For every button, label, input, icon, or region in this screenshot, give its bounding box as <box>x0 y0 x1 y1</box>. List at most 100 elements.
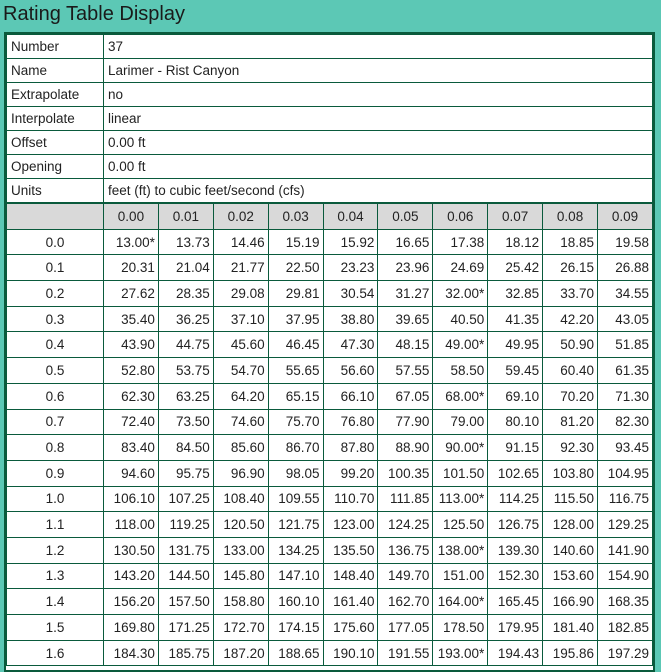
table-cell: 148.40 <box>322 562 379 590</box>
table-cell: 15.92 <box>322 228 379 256</box>
row-header: 1.6 <box>6 639 104 667</box>
info-value: no <box>103 82 653 107</box>
info-value: 0.00 ft <box>103 154 653 179</box>
table-cell: 84.50 <box>157 434 214 461</box>
table-cell: 20.31 <box>103 254 159 282</box>
table-cell: 26.88 <box>597 254 653 282</box>
table-cell: 16.65 <box>377 228 434 256</box>
table-cell: 99.20 <box>322 459 379 487</box>
table-cell: 135.50 <box>322 536 379 564</box>
table-cell: 50.90 <box>542 331 599 359</box>
table-row: 1.3 143.20 144.50 145.80 147.10 148.40 149.70 1… <box>6 562 653 590</box>
table-cell: 151.00 <box>432 562 489 590</box>
column-header: 0.01 <box>157 203 214 230</box>
table-cell: 95.75 <box>157 459 214 487</box>
table-cell: 36.25 <box>157 305 214 333</box>
table-cell: 58.50 <box>432 357 489 384</box>
info-label: Offset <box>6 130 104 155</box>
info-label: Units <box>6 178 104 203</box>
info-row: Opening 0.00 ft <box>6 154 653 179</box>
info-value: Larimer - Rist Canyon <box>103 58 653 83</box>
table-cell: 81.20 <box>542 408 599 436</box>
table-cell: 116.75 <box>597 485 653 513</box>
table-cell: 143.20 <box>103 562 159 590</box>
row-header: 1.0 <box>6 485 104 513</box>
table-cell: 174.15 <box>267 614 324 641</box>
table-cell: 76.80 <box>322 408 379 436</box>
table-cell: 69.10 <box>487 382 544 410</box>
table-cell: 82.30 <box>597 408 653 436</box>
rating-table-panel: Number 37 Name Larimer - Rist Canyon Extrapo… <box>4 32 655 672</box>
table-cell: 31.27 <box>377 280 434 307</box>
info-row: Number 37 <box>6 34 653 59</box>
table-cell: 86.70 <box>267 434 324 461</box>
table-cell: 113.00* <box>432 485 489 513</box>
table-cell: 17.38 <box>432 228 489 256</box>
table-cell: 73.50 <box>157 408 214 436</box>
table-cell: 67.05 <box>377 382 434 410</box>
table-cell: 87.80 <box>322 434 379 461</box>
table-cell: 98.05 <box>267 459 324 487</box>
table-cell: 32.85 <box>487 280 544 307</box>
table-cell: 70.20 <box>542 382 599 410</box>
table-row: 1.2 130.50 131.75 133.00 134.25 135.50 136.75 1… <box>6 536 653 564</box>
table-cell: 107.25 <box>157 485 214 513</box>
table-cell: 128.00 <box>542 511 599 538</box>
table-cell: 138.00* <box>432 536 489 564</box>
table-cell: 121.75 <box>267 511 324 538</box>
column-header: 0.05 <box>377 203 434 230</box>
table-cell: 140.60 <box>542 536 599 564</box>
table-cell: 197.29 <box>597 639 653 667</box>
table-cell: 184.30 <box>103 639 159 667</box>
table-row: 0.6 62.30 63.25 64.20 65.15 66.10 67.05 68.00* 6… <box>6 382 653 410</box>
table-cell: 101.50 <box>432 459 489 487</box>
table-cell: 19.58 <box>597 228 653 256</box>
table-row: 0.2 27.62 28.35 29.08 29.81 30.54 31.27 32.00* 3… <box>6 280 653 307</box>
table-cell: 18.12 <box>487 228 544 256</box>
table-cell: 14.46 <box>212 228 269 256</box>
table-cell: 172.70 <box>212 614 269 641</box>
table-cell: 104.95 <box>597 459 653 487</box>
table-cell: 49.95 <box>487 331 544 359</box>
table-row: 0.8 83.40 84.50 85.60 86.70 87.80 88.90 90.00* 9… <box>6 434 653 461</box>
table-cell: 48.15 <box>377 331 434 359</box>
table-cell: 13.00* <box>103 228 159 256</box>
table-cell: 169.80 <box>103 614 159 641</box>
table-row: 0.4 43.90 44.75 45.60 46.45 47.30 48.15 49.00* 4… <box>6 331 653 359</box>
column-header: 0.00 <box>103 203 159 230</box>
table-cell: 108.40 <box>212 485 269 513</box>
table-cell: 165.45 <box>487 588 544 615</box>
table-cell: 26.15 <box>542 254 599 282</box>
info-label: Number <box>6 34 104 59</box>
info-row: Extrapolate no <box>6 82 653 107</box>
table-row: 1.4 156.20 157.50 158.80 160.10 161.40 162.70 1… <box>6 588 653 615</box>
table-cell: 193.00* <box>432 639 489 667</box>
table-cell: 29.08 <box>212 280 269 307</box>
table-cell: 162.70 <box>377 588 434 615</box>
table-cell: 41.35 <box>487 305 544 333</box>
table-cell: 34.55 <box>597 280 653 307</box>
table-cell: 145.80 <box>212 562 269 590</box>
table-cell: 187.20 <box>212 639 269 667</box>
table-cell: 32.00* <box>432 280 489 307</box>
row-header: 0.8 <box>6 434 104 461</box>
row-header: 0.7 <box>6 408 104 436</box>
table-cell: 194.43 <box>487 639 544 667</box>
table-cell: 64.20 <box>212 382 269 410</box>
rating-table: 0.00 0.01 0.02 0.03 0.04 0.05 0.06 0.07 0.08 0.09… <box>6 203 653 667</box>
table-cell: 77.90 <box>377 408 434 436</box>
table-cell: 171.25 <box>157 614 214 641</box>
table-cell: 45.60 <box>212 331 269 359</box>
table-cell: 21.04 <box>157 254 214 282</box>
table-cell: 68.00* <box>432 382 489 410</box>
table-cell: 79.00 <box>432 408 489 436</box>
table-cell: 110.70 <box>322 485 379 513</box>
table-cell: 60.40 <box>542 357 599 384</box>
column-header: 0.03 <box>267 203 324 230</box>
table-cell: 195.86 <box>542 639 599 667</box>
table-cell: 141.90 <box>597 536 653 564</box>
table-cell: 35.40 <box>103 305 159 333</box>
table-cell: 129.25 <box>597 511 653 538</box>
table-cell: 61.35 <box>597 357 653 384</box>
table-cell: 130.50 <box>103 536 159 564</box>
